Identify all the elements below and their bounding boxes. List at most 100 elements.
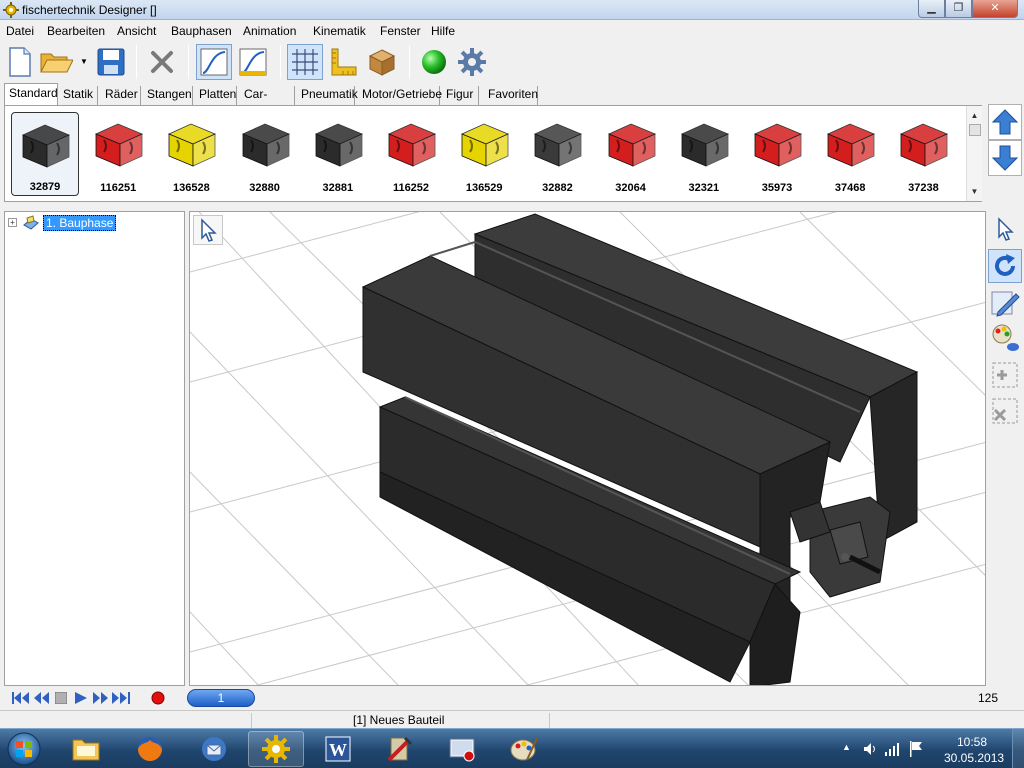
tab-stangen[interactable]: Stangen (143, 86, 193, 105)
part-tile[interactable]: 32880 (231, 112, 299, 196)
remove-part-button[interactable] (988, 394, 1022, 428)
open-folder-button[interactable] (38, 44, 74, 80)
part-tile[interactable]: 32882 (523, 112, 591, 196)
part-tile[interactable]: 32881 (304, 112, 372, 196)
palette-scrollbar[interactable]: ▲ ▼ (966, 106, 982, 201)
fast-forward-icon (93, 692, 108, 704)
run-button[interactable] (416, 44, 452, 80)
taskbar-tools[interactable] (372, 731, 428, 767)
tab-statik[interactable]: Statik (59, 86, 98, 105)
palette-page-up-button[interactable] (988, 104, 1022, 140)
scroll-up-arrow-icon[interactable]: ▲ (969, 110, 980, 121)
show-desktop-button[interactable] (1012, 729, 1024, 768)
taskbar-paint[interactable] (496, 731, 552, 767)
new-file-button[interactable] (2, 44, 38, 80)
curve-button[interactable] (196, 44, 232, 80)
save-button[interactable] (93, 44, 129, 80)
part-tile[interactable]: 37468 (816, 112, 884, 196)
part-tile[interactable]: 136528 (157, 112, 225, 196)
taskbar-recorder[interactable] (434, 731, 490, 767)
tab-favoriten[interactable]: Favoriten (484, 86, 538, 105)
tab-pneumatik[interactable]: Pneumatik (297, 86, 358, 105)
taskbar-word[interactable]: W (310, 731, 366, 767)
menu-kinematik[interactable]: Kinematik (313, 24, 366, 38)
network-icon[interactable] (884, 741, 900, 757)
clock-date[interactable]: 30.05.2013 (944, 751, 1004, 765)
scroll-down-arrow-icon[interactable]: ▼ (969, 186, 980, 197)
curve-icon (200, 48, 228, 76)
action-center-flag-icon[interactable] (908, 740, 924, 758)
select-mode-button[interactable] (988, 212, 1022, 246)
curve-edit-button[interactable] (235, 44, 271, 80)
open-dropdown-arrow-icon[interactable]: ▼ (80, 57, 88, 66)
3d-viewport[interactable] (189, 211, 986, 686)
menu-ansicht[interactable]: Ansicht (117, 24, 156, 38)
part-number: 32881 (322, 182, 354, 194)
last-frame-button[interactable] (112, 692, 130, 704)
tab-car-tech[interactable]: Car-Tech (240, 86, 295, 118)
part-tile[interactable]: 32064 (597, 112, 665, 196)
close-button[interactable]: ✕ (972, 0, 1018, 18)
tree-node-bauphase[interactable]: 1. Bauphase (43, 215, 117, 231)
taskbar-firefox[interactable] (122, 731, 178, 767)
start-button[interactable] (4, 731, 44, 767)
rotate-view-button[interactable] (988, 249, 1022, 283)
viewport-select-tool[interactable] (193, 215, 223, 245)
scrollbar-thumb[interactable] (969, 124, 981, 136)
curve-edit-icon (239, 48, 267, 76)
taskbar-thunderbird[interactable] (186, 731, 242, 767)
tools-icon (387, 736, 413, 762)
part-icon (168, 123, 217, 167)
menu-fenster[interactable]: Fenster (380, 24, 421, 38)
part-tile[interactable]: 37238 (889, 112, 957, 196)
phase-indicator[interactable]: 1 (187, 689, 255, 707)
tab-standard[interactable]: Standard (4, 83, 58, 105)
stop-button[interactable] (55, 692, 67, 704)
windows-taskbar: W ▲ 10:58 30.05.2013 (0, 728, 1024, 768)
grid-button[interactable] (287, 44, 323, 80)
maximize-button[interactable]: ❐ (945, 0, 972, 18)
zoom-value: 125 (978, 691, 999, 705)
part-tile[interactable]: 32879 (11, 112, 79, 196)
part-tile[interactable]: 116252 (377, 112, 445, 196)
word-icon: W (325, 736, 351, 762)
show-hidden-icons-icon[interactable]: ▲ (842, 742, 851, 752)
delete-button[interactable] (144, 44, 180, 80)
play-button[interactable] (75, 692, 87, 704)
bauphase-icon (23, 215, 39, 230)
taskbar-explorer[interactable] (58, 731, 114, 767)
box-button[interactable] (364, 44, 400, 80)
part-tile[interactable]: 35973 (743, 112, 811, 196)
tab-motor-getriebe[interactable]: Motor/Getriebe (358, 86, 442, 105)
green-ball-icon (422, 50, 446, 74)
minimize-button[interactable]: ▁ (918, 0, 945, 18)
tab-figur[interactable]: Figur (442, 86, 479, 105)
tab-raeder[interactable]: Räder (101, 86, 141, 105)
menu-bearbeiten[interactable]: Bearbeiten (47, 24, 105, 38)
menu-animation[interactable]: Animation (243, 24, 296, 38)
ruler-button[interactable] (325, 44, 361, 80)
menu-datei[interactable]: Datei (6, 24, 34, 38)
part-category-tabs: Standard Statik Räder Stangen Platten Ca… (0, 83, 1024, 118)
rewind-button[interactable] (33, 692, 49, 704)
palette-page-down-button[interactable] (988, 140, 1022, 176)
color-tool-button[interactable] (988, 320, 1022, 354)
clock-time[interactable]: 10:58 (957, 735, 987, 749)
tab-platten[interactable]: Platten (195, 86, 237, 105)
menu-bauphasen[interactable]: Bauphasen (171, 24, 232, 38)
part-number: 32321 (688, 182, 720, 194)
building-block-model (361, 213, 919, 685)
settings-button[interactable] (454, 44, 490, 80)
first-frame-button[interactable] (12, 692, 30, 704)
add-part-button[interactable] (988, 358, 1022, 392)
part-tile[interactable]: 136529 (450, 112, 518, 196)
part-tile[interactable]: 116251 (84, 112, 152, 196)
part-tile[interactable]: 32321 (670, 112, 738, 196)
tree-expander[interactable]: + (8, 218, 17, 227)
edit-tool-button[interactable] (988, 286, 1022, 320)
taskbar-ft-designer[interactable] (248, 731, 304, 767)
record-button[interactable] (151, 691, 165, 705)
menu-hilfe[interactable]: Hilfe (431, 24, 455, 38)
volume-icon[interactable] (862, 741, 878, 757)
fast-forward-button[interactable] (93, 692, 109, 704)
